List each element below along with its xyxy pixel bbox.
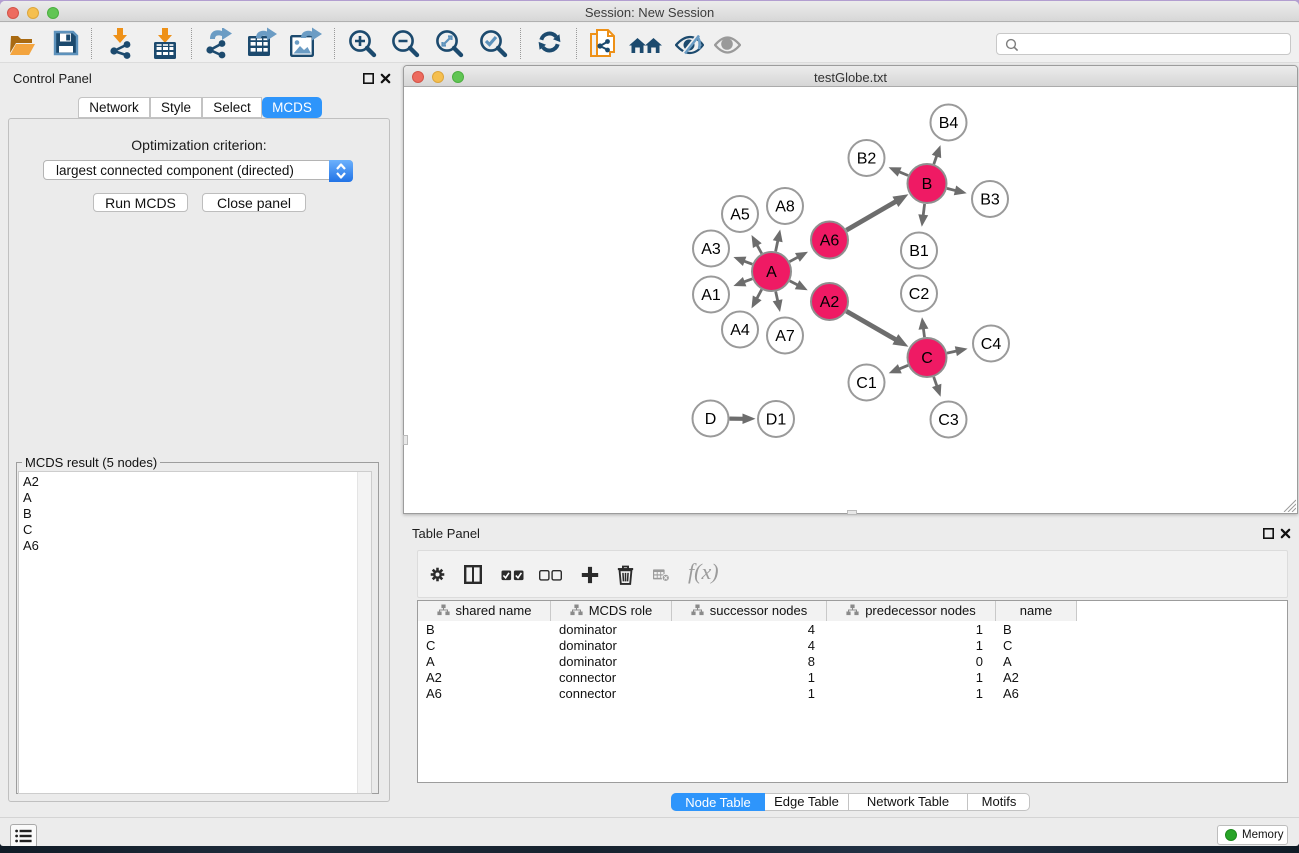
svg-text:A2: A2 [820, 294, 840, 311]
svg-text:C: C [921, 350, 933, 367]
svg-text:A1: A1 [701, 287, 721, 304]
svg-text:B1: B1 [909, 243, 929, 260]
svg-text:A7: A7 [775, 328, 795, 345]
svg-text:B: B [922, 176, 933, 193]
svg-text:B4: B4 [939, 115, 959, 132]
svg-text:D1: D1 [766, 412, 787, 429]
svg-text:A5: A5 [730, 207, 750, 224]
svg-text:D: D [705, 411, 717, 428]
svg-text:C3: C3 [938, 412, 959, 429]
svg-text:B2: B2 [857, 151, 877, 168]
svg-text:A4: A4 [730, 322, 750, 339]
svg-text:B3: B3 [980, 192, 1000, 209]
svg-text:C1: C1 [856, 375, 877, 392]
svg-text:A3: A3 [701, 241, 721, 258]
svg-text:A8: A8 [775, 199, 795, 216]
svg-text:A6: A6 [820, 233, 840, 250]
svg-text:C4: C4 [981, 336, 1002, 353]
svg-text:A: A [766, 264, 777, 281]
svg-text:C2: C2 [909, 286, 930, 303]
